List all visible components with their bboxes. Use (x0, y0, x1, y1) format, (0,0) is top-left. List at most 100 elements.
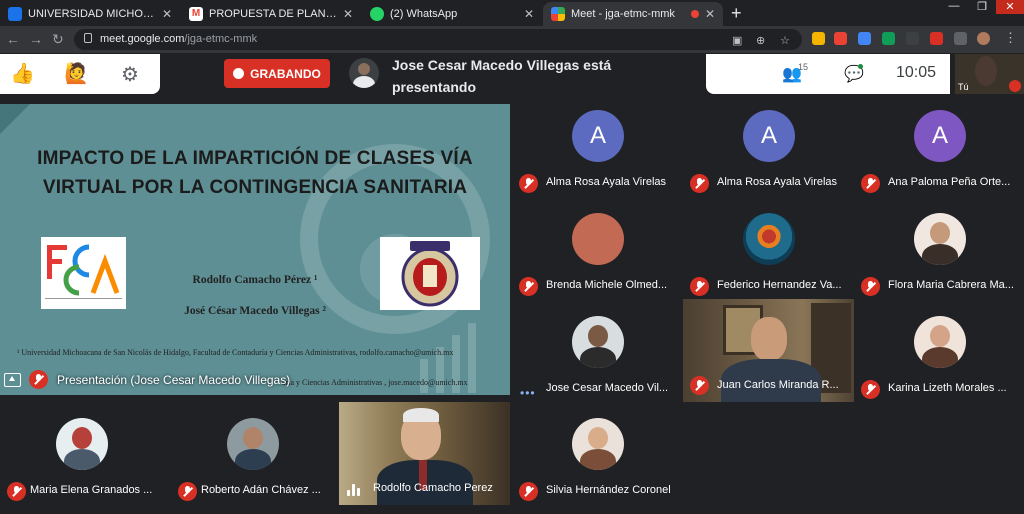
self-video (975, 56, 997, 86)
browser-tab-4[interactable]: Meet - jga-etmc-mmk ✕ (543, 2, 723, 26)
close-window-button[interactable]: ✕ (996, 0, 1024, 14)
mic-off-icon (861, 277, 880, 296)
meet-icon (551, 7, 565, 21)
participant-tile[interactable]: A Ana Paloma Peña Orte... (854, 104, 1024, 206)
avatar (914, 316, 966, 368)
participant-video-tile[interactable]: Rodolfo Camacho Perez (339, 402, 510, 505)
restore-button[interactable]: ❐ (968, 0, 996, 14)
participant-name: Jose Cesar Macedo Vil... (546, 382, 669, 394)
mic-off-icon (690, 174, 709, 193)
participant-tile[interactable]: Karina Lizeth Morales ... (854, 310, 1024, 412)
browser-tab-1[interactable]: UNIVERSIDAD MICHOACANA DE ✕ (0, 2, 180, 26)
participant-name: Alma Rosa Ayala Virelas (546, 176, 667, 188)
raise-hand-icon[interactable]: 🙋 (64, 62, 89, 86)
slide-author-1: Rodolfo Camacho Pérez ¹ (192, 274, 318, 286)
participant-name: Ana Paloma Peña Orte... (888, 176, 1011, 188)
more-dots-icon: ••• (520, 386, 536, 400)
slide-footnote-2: aría y Ciencias Administrativas , jose.m… (282, 378, 468, 387)
participant-tile[interactable]: Roberto Adán Chávez ... (171, 412, 342, 514)
extension-pen-icon[interactable] (930, 32, 943, 45)
mic-off-icon (519, 277, 538, 296)
url-path: /jga-etmc-mmk (184, 33, 258, 45)
participant-tile[interactable]: A Alma Rosa Ayala Virelas (512, 104, 683, 206)
avatar (572, 213, 624, 265)
new-tab-button[interactable]: + (731, 4, 742, 22)
reactions-panel: 👍 🙋 ⚙ (0, 54, 160, 94)
participant-tile[interactable]: Federico Hernandez Va... (683, 207, 854, 309)
participant-tile[interactable]: Silvia Hernández Coronel (512, 412, 683, 514)
avatar (572, 316, 624, 368)
extension-sheets-icon[interactable] (882, 32, 895, 45)
reload-icon[interactable]: ↻ (52, 31, 64, 48)
browser-tab-strip: UNIVERSIDAD MICHOACANA DE ✕ M PROPUESTA … (0, 0, 1024, 26)
url-host: meet.google.com (100, 33, 185, 45)
bookmark-star-icon[interactable]: ☆ (780, 34, 790, 47)
extension-docs-icon[interactable] (858, 32, 871, 45)
mic-off-icon (519, 174, 538, 193)
browser-tab-2[interactable]: M PROPUESTA DE PLAN DE TRABA ✕ (181, 2, 361, 26)
close-icon[interactable]: ✕ (524, 7, 534, 21)
avatar: A (914, 110, 966, 162)
extension-cast-icon[interactable] (906, 32, 919, 45)
participant-name: Silvia Hernández Coronel (546, 484, 671, 496)
participant-name: Karina Lizeth Morales ... (888, 382, 1007, 394)
meeting-clock: 10:05 (896, 64, 937, 81)
mic-off-icon (861, 380, 880, 399)
address-bar[interactable]: meet.google.com/jga-etmc-mmk ▣ ⊕ ☆ (74, 29, 802, 50)
extension-thumb-icon[interactable] (812, 32, 825, 45)
mic-off-icon (861, 174, 880, 193)
participant-tile[interactable]: Flora Maria Cabrera Ma... (854, 207, 1024, 309)
slide-footnote-1: ¹ Universidad Michoacana de San Nicolás … (17, 348, 454, 357)
recording-label: GRABANDO (250, 66, 321, 81)
browser-tab-3[interactable]: (2) WhatsApp ✕ (362, 2, 542, 26)
avatar: A (743, 110, 795, 162)
close-icon[interactable]: ✕ (162, 7, 172, 21)
self-label: Tú (958, 82, 969, 92)
extensions-puzzle-icon[interactable] (954, 32, 967, 45)
mic-off-icon (690, 277, 709, 296)
recording-indicator-icon (690, 10, 699, 18)
participant-tile[interactable]: Brenda Michele Olmed... (512, 207, 683, 309)
mic-off-icon (29, 370, 48, 389)
chat-unread-dot (858, 64, 863, 69)
avatar: A (572, 110, 624, 162)
tab-title: Meet - jga-etmc-mmk (571, 8, 675, 20)
participant-tile[interactable]: ••• Jose Cesar Macedo Vil... (512, 310, 683, 412)
avatar (227, 418, 279, 470)
presentation-label: Presentación (Jose Cesar Macedo Villegas… (57, 373, 291, 387)
avatar (743, 213, 795, 265)
gmail-icon: M (189, 7, 203, 21)
close-icon[interactable]: ✕ (343, 7, 353, 21)
profile-avatar[interactable] (977, 32, 990, 45)
camera-icon[interactable]: ▣ (732, 34, 742, 47)
participant-name: Roberto Adán Chávez ... (201, 484, 321, 496)
recording-badge[interactable]: GRABANDO (224, 59, 330, 88)
participant-video-tile[interactable]: Juan Carlos Miranda R... (683, 299, 854, 402)
settings-gear-icon[interactable]: ⚙ (121, 63, 139, 87)
presenter-avatar (349, 58, 379, 88)
participant-name: Juan Carlos Miranda R... (717, 379, 839, 391)
participant-tile[interactable]: A Alma Rosa Ayala Virelas (683, 104, 854, 206)
whatsapp-icon (370, 7, 384, 21)
mic-off-icon (519, 482, 538, 501)
participant-name: Brenda Michele Olmed... (546, 279, 668, 291)
forward-arrow-icon[interactable]: → (29, 31, 43, 47)
tab-title: (2) WhatsApp (390, 8, 458, 20)
participant-name: Maria Elena Granados ... (30, 484, 153, 496)
mic-off-icon (178, 482, 197, 501)
present-screen-icon (4, 373, 21, 387)
minimize-button[interactable]: — (940, 0, 968, 14)
participant-name: Rodolfo Camacho Perez (373, 482, 493, 494)
umich-seal-logo (380, 237, 480, 310)
close-icon[interactable]: ✕ (705, 7, 715, 21)
extension-shield-icon[interactable] (834, 32, 847, 45)
zoom-icon[interactable]: ⊕ (756, 34, 765, 47)
self-view-tile[interactable]: Tú (955, 54, 1024, 94)
browser-menu-icon[interactable]: ⋮ (1004, 30, 1017, 46)
thumbs-up-icon[interactable]: 👍 (10, 62, 35, 86)
back-arrow-icon[interactable]: ← (6, 31, 20, 47)
participant-name: Alma Rosa Ayala Virelas (717, 176, 838, 188)
tab-title: PROPUESTA DE PLAN DE TRABA (209, 8, 337, 20)
participant-tile[interactable]: Maria Elena Granados ... (0, 412, 171, 514)
mic-off-icon (690, 376, 709, 395)
